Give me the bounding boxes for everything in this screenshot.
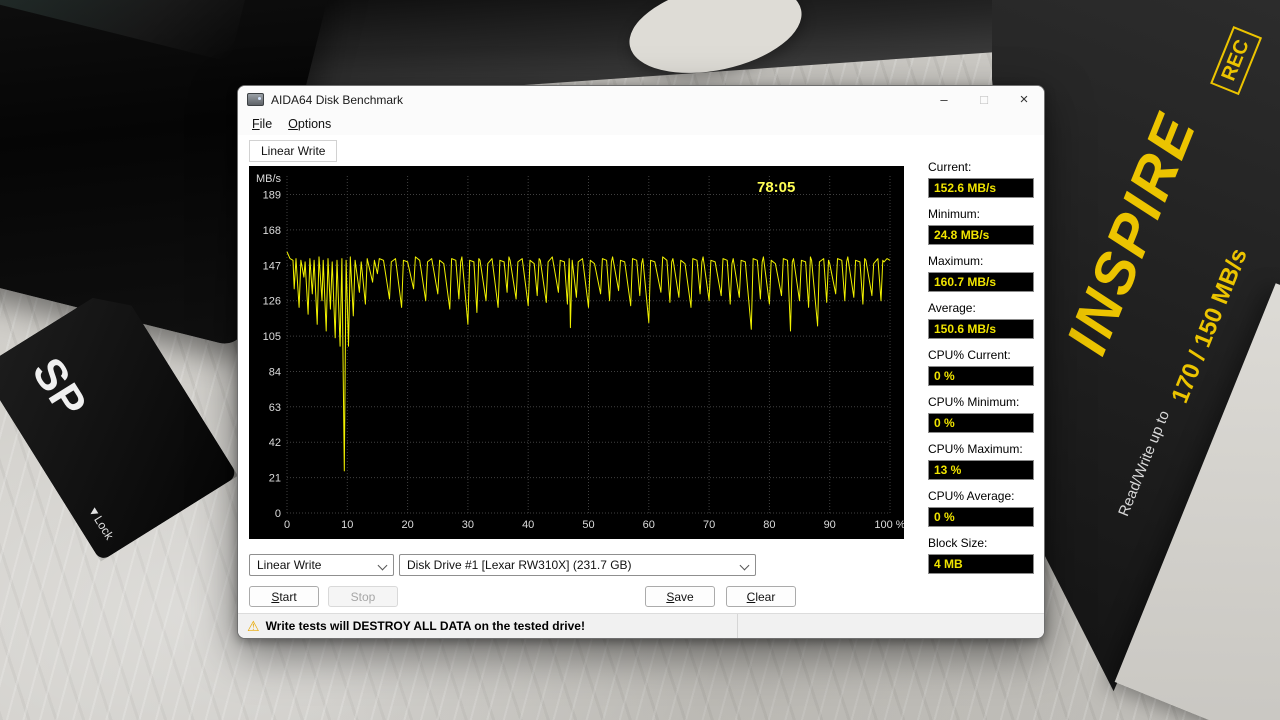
drive-value: Disk Drive #1 [Lexar RW310X] (231.7 GB) [407, 558, 632, 572]
stat-label: CPU% Minimum: [928, 395, 1034, 410]
close-icon: × [1020, 91, 1029, 108]
stat-value: 13 % [928, 460, 1034, 480]
svg-text:42: 42 [269, 437, 281, 449]
stat-label: Minimum: [928, 207, 1034, 222]
stat-value: 152.6 MB/s [928, 178, 1034, 198]
test-type-value: Linear Write [257, 558, 321, 572]
sp-logo: SP [22, 349, 97, 427]
stat-label: Maximum: [928, 254, 1034, 269]
svg-text:147: 147 [263, 260, 281, 272]
stat-label: CPU% Average: [928, 489, 1034, 504]
tab-linear-write[interactable]: Linear Write [249, 140, 337, 162]
warning-icon: ⚠ [247, 619, 260, 633]
svg-text:105: 105 [263, 331, 281, 343]
svg-text:20: 20 [401, 519, 413, 531]
photo-background: INSPIRE REC Read/Write up to 170 / 150 M… [0, 0, 1280, 720]
chevron-down-icon [740, 561, 750, 571]
stat-value: 0 % [928, 366, 1034, 386]
minimize-button[interactable]: – [924, 86, 964, 113]
svg-text:0: 0 [284, 519, 290, 531]
minimize-icon: – [940, 92, 947, 107]
svg-text:90: 90 [824, 519, 836, 531]
menubar: FileOptions [238, 113, 1044, 135]
svg-text:21: 21 [269, 473, 281, 485]
stat-label: CPU% Current: [928, 348, 1034, 363]
titlebar[interactable]: AIDA64 Disk Benchmark – □ × [238, 86, 1044, 113]
menu-file[interactable]: File [244, 115, 280, 133]
stat-label: Average: [928, 301, 1034, 316]
chevron-down-icon [378, 561, 388, 571]
svg-text:50: 50 [582, 519, 594, 531]
warning-pane: ⚠ Write tests will DESTROY ALL DATA on t… [238, 614, 738, 638]
drive-select[interactable]: Disk Drive #1 [Lexar RW310X] (231.7 GB) [399, 554, 756, 576]
svg-text:10: 10 [341, 519, 353, 531]
stat-value: 150.6 MB/s [928, 319, 1034, 339]
stop-button: Stop [328, 586, 398, 607]
svg-text:80: 80 [763, 519, 775, 531]
stat-label: Current: [928, 160, 1034, 175]
svg-text:0: 0 [275, 508, 281, 520]
svg-text:126: 126 [263, 296, 281, 308]
save-button[interactable]: Save [645, 586, 715, 607]
menu-options[interactable]: Options [280, 115, 339, 133]
tab-label: Linear Write [261, 144, 325, 158]
stat-value: 0 % [928, 413, 1034, 433]
stats-panel: Current: 152.6 MB/s Minimum: 24.8 MB/s Maxim… [928, 160, 1034, 583]
svg-text:40: 40 [522, 519, 534, 531]
test-type-select[interactable]: Linear Write [249, 554, 394, 576]
clear-button[interactable]: Clear [726, 586, 796, 607]
status-bar: ⚠ Write tests will DESTROY ALL DATA on t… [238, 613, 1044, 638]
svg-text:60: 60 [643, 519, 655, 531]
warning-text: Write tests will DESTROY ALL DATA on the… [266, 619, 585, 633]
stat-value: 160.7 MB/s [928, 272, 1034, 292]
svg-text:84: 84 [269, 367, 281, 379]
stat-label: Block Size: [928, 536, 1034, 551]
stat-label: CPU% Maximum: [928, 442, 1034, 457]
app-icon [247, 93, 264, 106]
window-title: AIDA64 Disk Benchmark [271, 93, 403, 107]
maximize-button[interactable]: □ [964, 86, 1004, 113]
svg-text:70: 70 [703, 519, 715, 531]
chart-area: 0 21 42 63 84 105 126 147 168 189 0 10 20 30 40 50 60 70 8… [249, 166, 904, 539]
stat-value: 24.8 MB/s [928, 225, 1034, 245]
svg-text:MB/s: MB/s [256, 173, 282, 185]
maximize-icon: □ [980, 92, 988, 107]
svg-text:78:05: 78:05 [757, 179, 795, 196]
lock-label: ▼Lock [85, 503, 117, 542]
svg-text:168: 168 [263, 225, 281, 237]
start-button[interactable]: Start [249, 586, 319, 607]
close-button[interactable]: × [1004, 86, 1044, 113]
stat-value: 4 MB [928, 554, 1034, 574]
aida64-window: AIDA64 Disk Benchmark – □ × FileOptions … [237, 85, 1045, 639]
svg-text:63: 63 [269, 402, 281, 414]
benchmark-chart: 0 21 42 63 84 105 126 147 168 189 0 10 20 30 40 50 60 70 8… [249, 166, 904, 539]
svg-text:100 %: 100 % [874, 519, 904, 531]
svg-text:189: 189 [263, 190, 281, 202]
svg-text:30: 30 [462, 519, 474, 531]
stat-value: 0 % [928, 507, 1034, 527]
